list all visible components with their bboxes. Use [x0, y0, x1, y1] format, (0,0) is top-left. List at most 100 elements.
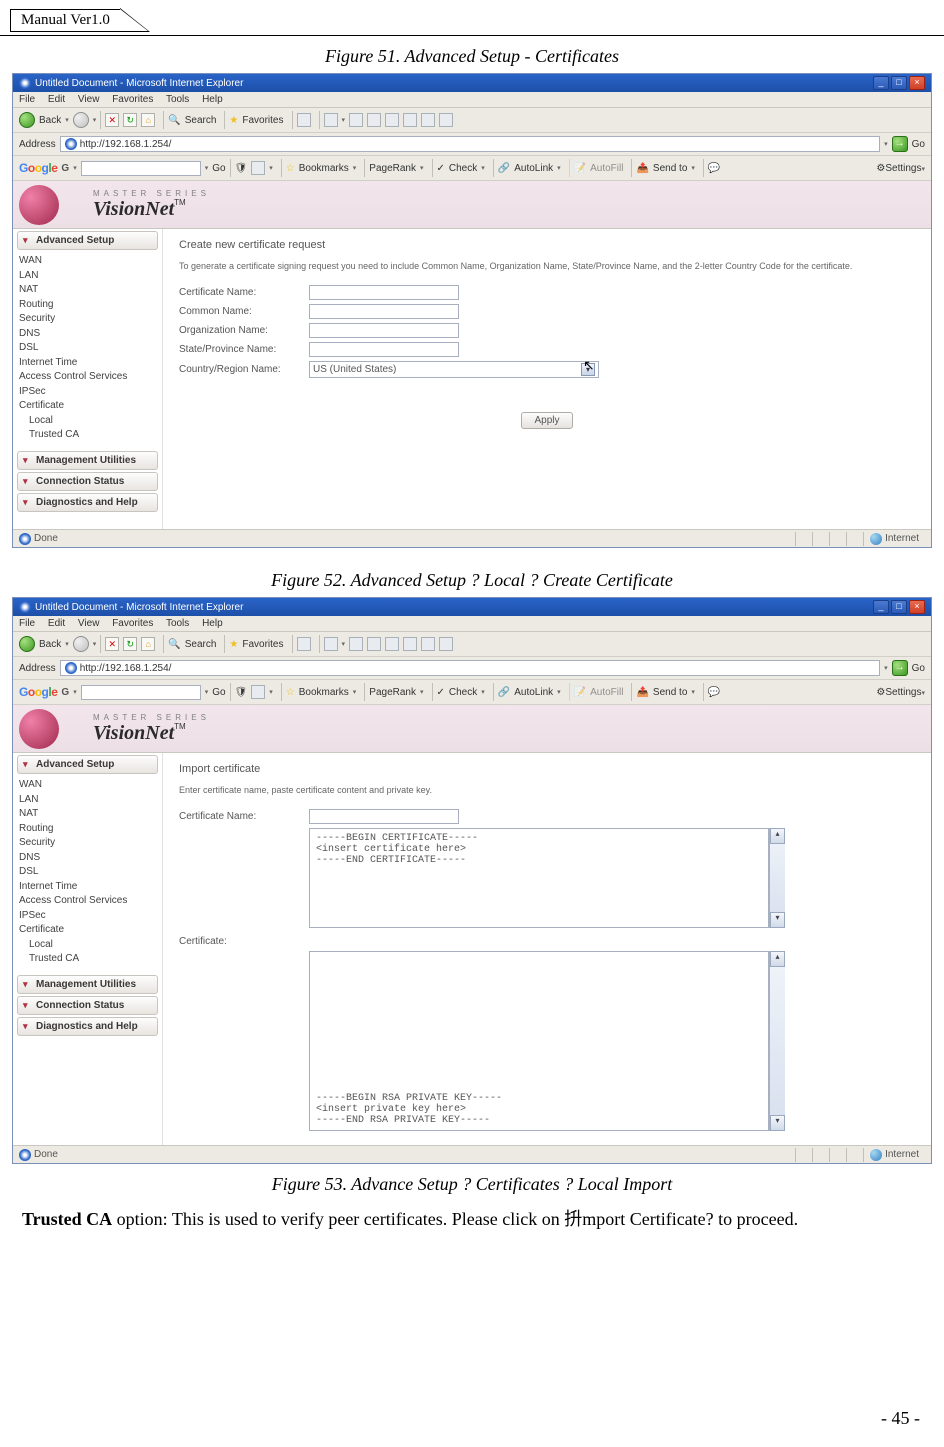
- sidebar-item-nat[interactable]: NAT: [19, 807, 156, 822]
- favorites-label[interactable]: Favorites: [242, 115, 283, 126]
- stop-icon[interactable]: ✕: [105, 637, 119, 651]
- options-icon[interactable]: [251, 161, 265, 175]
- accordion-connection-status[interactable]: Connection Status: [17, 472, 158, 491]
- menu-favorites[interactable]: Favorites: [112, 618, 153, 629]
- menu-help[interactable]: Help: [202, 94, 223, 105]
- settings-label[interactable]: Settings: [885, 163, 921, 174]
- menu-edit[interactable]: Edit: [48, 618, 65, 629]
- google-go-label[interactable]: Go: [212, 163, 225, 174]
- print-icon[interactable]: [349, 113, 363, 127]
- scrollbar[interactable]: ▴ ▾: [769, 828, 785, 928]
- discuss-icon[interactable]: [385, 637, 399, 651]
- sidebar-item-internet-time[interactable]: Internet Time: [19, 356, 156, 371]
- common-name-input[interactable]: [309, 304, 459, 319]
- accordion-connection-status[interactable]: Connection Status: [17, 996, 158, 1015]
- sidebar-item-internet-time[interactable]: Internet Time: [19, 880, 156, 895]
- sidebar-item-security[interactable]: Security: [19, 312, 156, 327]
- home-icon[interactable]: ⌂: [141, 637, 155, 651]
- research-icon[interactable]: [403, 113, 417, 127]
- phish-icon[interactable]: 🛡: [235, 687, 248, 698]
- search-label[interactable]: Search: [185, 115, 217, 126]
- bookmark-star-icon[interactable]: ☆: [286, 163, 295, 174]
- autolink-icon[interactable]: 🔗: [498, 163, 510, 174]
- favorites-label[interactable]: Favorites: [242, 639, 283, 650]
- check-icon[interactable]: ✓: [437, 163, 445, 174]
- more-icon[interactable]: 💬: [708, 163, 720, 174]
- sidebar-item-trusted-ca[interactable]: Trusted CA: [19, 428, 156, 443]
- sidebar-item-lan[interactable]: LAN: [19, 269, 156, 284]
- state-input[interactable]: [309, 342, 459, 357]
- sendto-label[interactable]: Send to: [653, 687, 687, 698]
- country-select[interactable]: US (United States) ▾: [309, 361, 599, 378]
- close-button[interactable]: ×: [909, 76, 925, 90]
- check-icon[interactable]: ✓: [437, 687, 445, 698]
- accordion-management-utilities[interactable]: Management Utilities: [17, 451, 158, 470]
- more-icon[interactable]: 💬: [708, 687, 720, 698]
- google-search-input[interactable]: [81, 161, 201, 176]
- home-icon[interactable]: ⌂: [141, 113, 155, 127]
- menu-file[interactable]: File: [19, 618, 35, 629]
- accordion-advanced-setup[interactable]: Advanced Setup: [17, 755, 158, 774]
- mail-icon[interactable]: [324, 113, 338, 127]
- scroll-up-icon[interactable]: ▴: [770, 951, 785, 967]
- scroll-up-icon[interactable]: ▴: [770, 828, 785, 844]
- search-icon[interactable]: 🔍: [168, 115, 180, 126]
- sidebar-item-dsl[interactable]: DSL: [19, 341, 156, 356]
- menu-view[interactable]: View: [78, 94, 100, 105]
- sendto-label[interactable]: Send to: [653, 163, 687, 174]
- scrollbar[interactable]: ▴ ▾: [769, 951, 785, 1131]
- org-name-input[interactable]: [309, 323, 459, 338]
- history-icon[interactable]: [297, 637, 311, 651]
- address-dropdown-icon[interactable]: ▾: [884, 664, 888, 672]
- forward-icon[interactable]: [73, 636, 89, 652]
- minimize-button[interactable]: _: [873, 76, 889, 90]
- stop-icon[interactable]: ✕: [105, 113, 119, 127]
- sidebar-item-access-control[interactable]: Access Control Services: [19, 370, 156, 385]
- menu-view[interactable]: View: [78, 618, 100, 629]
- go-button[interactable]: →: [892, 136, 908, 152]
- autolink-label[interactable]: AutoLink: [514, 163, 553, 174]
- sidebar-item-routing[interactable]: Routing: [19, 822, 156, 837]
- research-icon[interactable]: [403, 637, 417, 651]
- refresh-icon[interactable]: ↻: [123, 113, 137, 127]
- mail-icon[interactable]: [324, 637, 338, 651]
- extra-icon[interactable]: [439, 637, 453, 651]
- sendto-icon[interactable]: 📤: [636, 163, 648, 174]
- settings-label[interactable]: Settings: [885, 687, 921, 698]
- scroll-down-icon[interactable]: ▾: [770, 1115, 785, 1131]
- messenger-icon[interactable]: [421, 113, 435, 127]
- menu-tools[interactable]: Tools: [166, 618, 189, 629]
- extra-icon[interactable]: [439, 113, 453, 127]
- accordion-management-utilities[interactable]: Management Utilities: [17, 975, 158, 994]
- autolink-label[interactable]: AutoLink: [514, 687, 553, 698]
- menu-file[interactable]: File: [19, 94, 35, 105]
- edit-icon[interactable]: [367, 113, 381, 127]
- bookmarks-label[interactable]: Bookmarks: [299, 687, 349, 698]
- sidebar-item-certificate[interactable]: Certificate: [19, 923, 156, 938]
- sidebar-item-routing[interactable]: Routing: [19, 298, 156, 313]
- google-go-label[interactable]: Go: [212, 687, 225, 698]
- sidebar-item-certificate[interactable]: Certificate: [19, 399, 156, 414]
- search-icon[interactable]: 🔍: [168, 639, 180, 650]
- sidebar-item-nat[interactable]: NAT: [19, 283, 156, 298]
- forward-icon[interactable]: [73, 112, 89, 128]
- address-input[interactable]: http://192.168.1.254/: [60, 136, 880, 152]
- cert-name-input[interactable]: [309, 285, 459, 300]
- refresh-icon[interactable]: ↻: [123, 637, 137, 651]
- menu-tools[interactable]: Tools: [166, 94, 189, 105]
- sidebar-item-local[interactable]: Local: [19, 938, 156, 953]
- edit-icon[interactable]: [367, 637, 381, 651]
- menu-edit[interactable]: Edit: [48, 94, 65, 105]
- print-icon[interactable]: [349, 637, 363, 651]
- back-icon[interactable]: [19, 636, 35, 652]
- address-input[interactable]: http://192.168.1.254/: [60, 660, 880, 676]
- favorites-icon[interactable]: ★: [229, 115, 238, 126]
- sidebar-item-wan[interactable]: WAN: [19, 778, 156, 793]
- back-label[interactable]: Back: [39, 639, 61, 650]
- accordion-diagnostics-help[interactable]: Diagnostics and Help: [17, 1017, 158, 1036]
- messenger-icon[interactable]: [421, 637, 435, 651]
- bookmark-star-icon[interactable]: ☆: [286, 687, 295, 698]
- search-dropdown-icon[interactable]: ▾: [205, 164, 209, 172]
- back-icon[interactable]: [19, 112, 35, 128]
- sidebar-item-ipsec[interactable]: IPSec: [19, 385, 156, 400]
